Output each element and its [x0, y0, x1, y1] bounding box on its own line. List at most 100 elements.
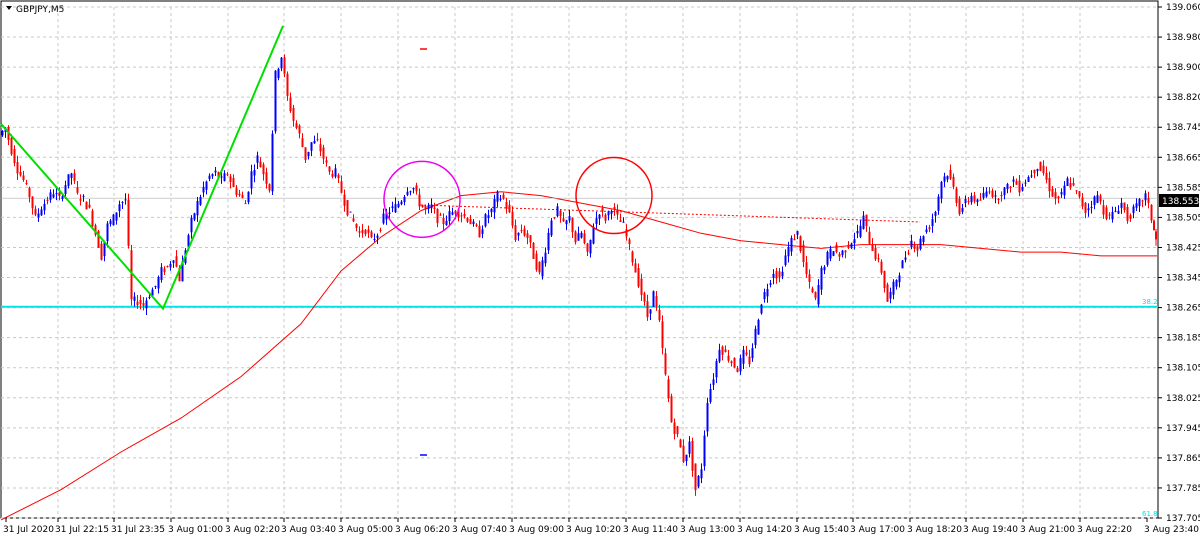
candle-body	[262, 164, 265, 175]
candle-body	[1045, 172, 1048, 180]
candle-body	[841, 250, 844, 256]
candle-body	[346, 200, 349, 216]
candle-body	[349, 211, 352, 213]
candle-body	[148, 296, 151, 299]
candle-body	[613, 207, 616, 210]
candle-body	[673, 422, 676, 434]
candle-body	[694, 463, 697, 491]
candle-body	[784, 255, 787, 265]
candle-body	[610, 211, 613, 214]
candle-body	[544, 252, 547, 264]
candle-body	[1081, 197, 1084, 207]
candle-body	[1012, 179, 1015, 182]
candle-body	[1072, 183, 1075, 186]
candle-body	[334, 168, 337, 177]
candle-body	[1087, 208, 1090, 211]
candle-body	[370, 231, 373, 238]
candle-body	[685, 454, 688, 462]
candle-body	[202, 186, 205, 193]
candle-body	[154, 285, 157, 287]
candle-body	[166, 266, 169, 268]
candle-body	[910, 240, 913, 248]
candle-body	[907, 252, 910, 254]
candle-body	[574, 231, 577, 243]
candle-body	[1015, 181, 1018, 185]
candle-body	[559, 210, 562, 217]
candle-body	[394, 204, 397, 213]
candle-body	[1054, 192, 1057, 199]
price-chart[interactable]: 38.2 61.8 139.060 138.980 138.900 138.820 138…	[0, 0, 1200, 540]
candle-body	[1024, 182, 1027, 184]
candle-body	[448, 211, 451, 222]
candle-body	[1155, 231, 1157, 240]
candle-body	[1027, 176, 1030, 182]
candle-body	[979, 199, 982, 201]
candle-body	[409, 191, 412, 193]
y-tick-label: 138.745	[1166, 123, 1200, 133]
candle-body	[874, 247, 877, 260]
candle-body	[514, 225, 517, 241]
chart-window[interactable]: 38.2 61.8 139.060 138.980 138.900 138.820 138…	[0, 0, 1200, 540]
candle-body	[337, 174, 340, 179]
candle-body	[799, 236, 802, 251]
candle-body	[628, 239, 631, 244]
candle-body	[316, 139, 319, 141]
candle-body	[49, 192, 52, 200]
candle-body	[460, 215, 463, 217]
candle-body	[982, 192, 985, 198]
x-tick-label: 3 Aug 15:40	[794, 525, 849, 535]
candle-body	[844, 250, 847, 253]
candle-body	[1105, 207, 1108, 219]
candle-body	[637, 268, 640, 287]
candle-body	[382, 213, 385, 224]
candle-body	[253, 170, 256, 176]
x-tick-label: 3 Aug 21:00	[1020, 525, 1075, 535]
candle-body	[1114, 210, 1117, 212]
candle-body	[853, 239, 856, 244]
candle-body	[937, 196, 940, 211]
candle-body	[472, 221, 475, 225]
candle-body	[1039, 161, 1042, 171]
candle-body	[922, 236, 925, 243]
candle-body	[997, 199, 1000, 201]
candle-body	[634, 263, 637, 273]
candle-body	[415, 185, 418, 192]
candle-body	[55, 193, 58, 195]
candle-body	[364, 229, 367, 235]
candle-body	[961, 207, 964, 212]
candle-body	[889, 291, 892, 299]
candle-body	[595, 218, 598, 224]
candle-body	[325, 160, 328, 163]
candle-body	[1120, 202, 1123, 208]
candle-body	[925, 229, 928, 233]
candle-body	[481, 229, 484, 234]
candle-body	[1009, 186, 1012, 188]
candle-body	[535, 253, 538, 270]
candle-body	[136, 301, 139, 306]
candle-body	[445, 220, 448, 226]
candle-body	[640, 278, 643, 295]
candle-body	[1090, 207, 1093, 209]
candle-body	[631, 251, 634, 263]
candle-body	[736, 368, 739, 372]
candle-body	[964, 198, 967, 204]
candle-body	[661, 321, 664, 348]
candle-body	[523, 228, 526, 236]
candle-body	[238, 193, 241, 196]
candle-body	[865, 214, 868, 227]
candle-body	[310, 142, 313, 151]
candle-body	[34, 208, 37, 215]
candle-body	[562, 218, 565, 222]
candle-body	[1129, 215, 1132, 219]
candle-body	[532, 242, 535, 259]
candle-body	[1030, 175, 1033, 177]
candle-body	[193, 213, 196, 220]
candle-body	[655, 296, 658, 307]
current-price-marker: 138.553	[1159, 194, 1199, 207]
candle-body	[313, 140, 316, 144]
candle-body	[1042, 165, 1045, 174]
candle-body	[730, 361, 733, 364]
candle-body	[391, 206, 394, 209]
candle-body	[598, 214, 601, 219]
candle-body	[205, 181, 208, 190]
